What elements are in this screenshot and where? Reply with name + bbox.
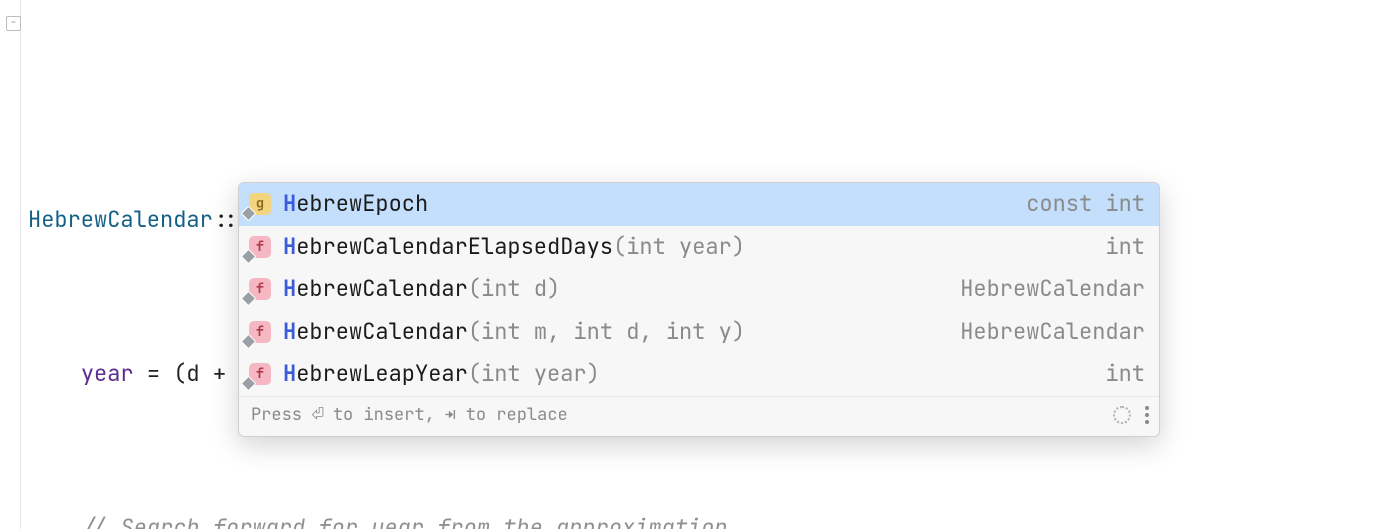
completion-args: (int d) (468, 270, 560, 309)
function-icon: f (249, 278, 271, 300)
more-options-icon[interactable] (1145, 406, 1149, 424)
completion-args: (int m, int d, int y) (468, 313, 745, 352)
completion-type: const int (1026, 185, 1145, 224)
completion-type: HebrewCalendar (960, 313, 1145, 352)
completion-name: HebrewCalendarElapsedDays (283, 228, 613, 267)
completion-name: HebrewEpoch (283, 185, 428, 224)
completion-type: int (1105, 355, 1145, 394)
completion-item[interactable]: f HebrewCalendarElapsedDays(int year) int (239, 226, 1159, 269)
class-name: HebrewCalendar (28, 205, 213, 234)
global-var-icon: g (249, 193, 271, 215)
code-completion-popup[interactable]: g HebrewEpoch const int f HebrewCalendarElap… (238, 182, 1160, 437)
completion-name: HebrewCalendar (283, 270, 468, 309)
completion-item[interactable]: f HebrewLeapYear(int year) int (239, 353, 1159, 396)
function-icon: f (249, 321, 271, 343)
completion-item[interactable]: g HebrewEpoch const int (239, 183, 1159, 226)
function-icon: f (249, 363, 271, 385)
completion-item[interactable]: fHebrewCalendar(int d)HebrewCalendar (239, 268, 1159, 311)
completion-type: HebrewCalendar (960, 270, 1145, 309)
completion-type: int (1105, 228, 1145, 267)
code-line: // Search forward for year from the appr… (28, 509, 1379, 529)
completion-name: HebrewLeapYear (283, 355, 468, 394)
function-icon: f (249, 236, 271, 258)
loading-spinner-icon (1113, 406, 1131, 424)
popup-hint: Press ⏎ to insert, ⇥ to replace (251, 401, 568, 431)
punct: :: (213, 205, 239, 234)
popup-footer: Press ⏎ to insert, ⇥ to replace (239, 396, 1159, 437)
completion-item[interactable]: fHebrewCalendar(int m, int d, int y)Hebr… (239, 311, 1159, 354)
identifier: year (81, 359, 134, 388)
completion-args: (int year) (468, 355, 600, 394)
completion-name: HebrewCalendar (283, 313, 468, 352)
completion-args: (int year) (613, 228, 745, 267)
comment: // Search forward for year from the appr… (81, 513, 741, 529)
